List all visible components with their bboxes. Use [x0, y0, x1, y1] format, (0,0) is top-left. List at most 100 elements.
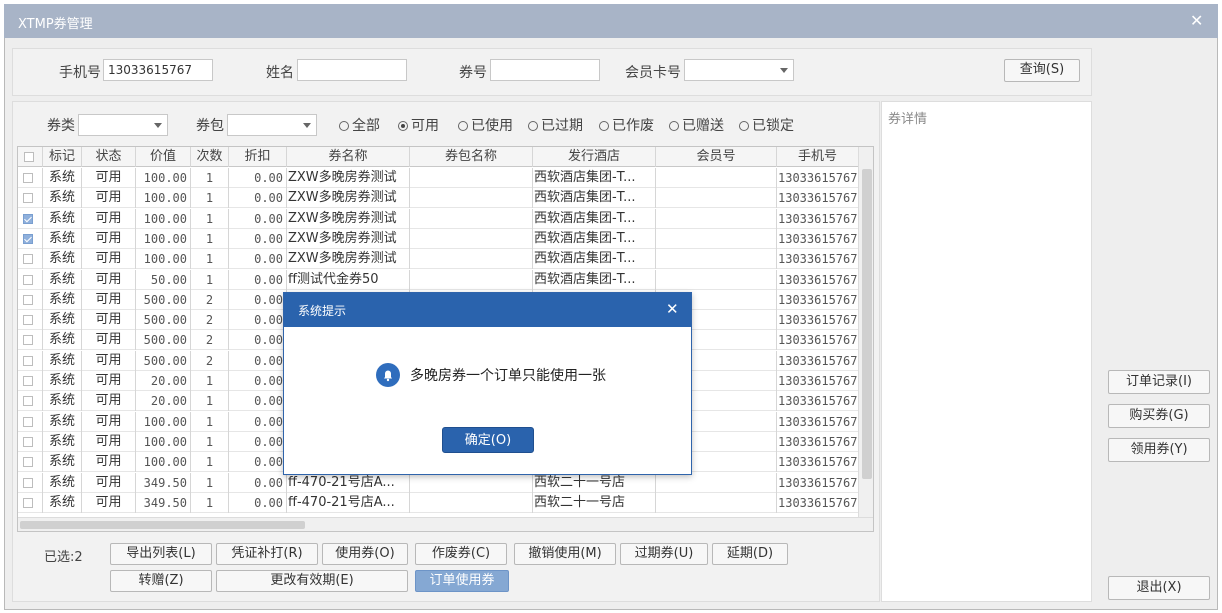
row-checkbox-cell: [18, 310, 43, 331]
grid-header-cell[interactable]: [18, 147, 43, 167]
row-checkbox[interactable]: [23, 193, 33, 204]
grid-header-cell[interactable]: 发行酒店: [533, 147, 656, 167]
coupon-no-input[interactable]: [490, 59, 600, 81]
close-icon[interactable]: ✕: [1190, 11, 1203, 30]
radio-locked[interactable]: 已锁定: [739, 115, 794, 135]
radio-gifted[interactable]: 已赠送: [669, 115, 724, 135]
row-checkbox[interactable]: [23, 294, 33, 305]
order-record-button[interactable]: 订单记录(I): [1108, 370, 1210, 394]
expired-coupon-button[interactable]: 过期券(U): [620, 543, 708, 565]
detail-panel: 券详情: [881, 101, 1092, 602]
vertical-scroll-thumb[interactable]: [862, 169, 872, 479]
cell-phone: 13033615767: [777, 168, 859, 188]
grid-header-cell[interactable]: 券名称: [287, 147, 410, 167]
table-row[interactable]: 系统 可用 100.00 1 0.00 ZXW多晚房券测试 西软酒店集团-T... 13033…: [18, 188, 859, 209]
cell-package: [410, 208, 533, 229]
gift-button[interactable]: 转赠(Z): [110, 570, 212, 592]
change-validity-button[interactable]: 更改有效期(E): [216, 570, 408, 592]
type-label: 券类: [47, 118, 75, 134]
row-checkbox[interactable]: [23, 396, 33, 407]
vertical-scrollbar[interactable]: [858, 147, 873, 517]
extend-button[interactable]: 延期(D): [712, 543, 788, 565]
package-select[interactable]: [227, 114, 317, 136]
radio-circle-icon: [599, 121, 609, 131]
row-checkbox[interactable]: [23, 173, 33, 183]
row-checkbox-cell: [18, 472, 43, 493]
grid-header-cell[interactable]: 标记: [43, 147, 82, 167]
grid-header-cell[interactable]: 手机号: [777, 147, 859, 167]
row-checkbox[interactable]: [23, 335, 33, 346]
grid-header-cell[interactable]: 折扣: [229, 147, 287, 167]
horizontal-scroll-thumb[interactable]: [20, 521, 305, 529]
row-checkbox[interactable]: [23, 355, 33, 366]
radio-voided[interactable]: 已作废: [599, 115, 654, 135]
use-coupon-button[interactable]: 领用券(Y): [1108, 438, 1210, 462]
row-checkbox[interactable]: [23, 457, 33, 468]
row-checkbox[interactable]: [23, 416, 33, 427]
cell-value: 349.50: [136, 492, 191, 513]
horizontal-scrollbar[interactable]: [18, 517, 873, 531]
use-coupon-action-button[interactable]: 使用券(O): [322, 543, 408, 565]
cell-discount: 0.00: [229, 168, 287, 188]
grid-header-cell[interactable]: 价值: [136, 147, 191, 167]
cell-mark: 系统: [43, 249, 82, 270]
cell-status: 可用: [82, 249, 136, 270]
table-row[interactable]: 系统 可用 349.50 1 0.00 ff-470-21号店A... 西软二十一号店 130…: [18, 472, 859, 493]
phone-input[interactable]: 13033615767: [103, 59, 213, 81]
cell-mark: 系统: [43, 411, 82, 432]
grid-header-cell[interactable]: 券包名称: [410, 147, 533, 167]
grid-header-cell[interactable]: 会员号: [656, 147, 777, 167]
row-checkbox[interactable]: [23, 497, 33, 508]
cell-phone: 13033615767: [777, 371, 859, 391]
radio-expired[interactable]: 已过期: [528, 115, 583, 135]
exit-button[interactable]: 退出(X): [1108, 576, 1210, 600]
radio-used[interactable]: 已使用: [458, 115, 513, 135]
row-checkbox[interactable]: [23, 254, 33, 265]
cell-member: [656, 269, 777, 290]
cell-package: [410, 472, 533, 493]
grid-header-cell[interactable]: 状态: [82, 147, 136, 167]
select-all-checkbox[interactable]: [24, 152, 34, 162]
row-checkbox[interactable]: [23, 315, 33, 326]
cell-value: 100.00: [136, 431, 191, 452]
cell-mark: 系统: [43, 350, 82, 371]
table-row[interactable]: 系统 可用 349.50 1 0.00 ff-470-21号店A... 西软二十一号店 130…: [18, 492, 859, 513]
table-row[interactable]: 系统 可用 100.00 1 0.00 ZXW多晚房券测试 西软酒店集团-T... 13033…: [18, 168, 859, 188]
type-select[interactable]: [78, 114, 168, 136]
row-checkbox[interactable]: [23, 376, 33, 386]
cell-phone: 13033615767: [777, 188, 859, 209]
radio-available[interactable]: 可用: [398, 115, 439, 135]
table-row[interactable]: 系统 可用 100.00 1 0.00 ZXW多晚房券测试 西软酒店集团-T... 13033…: [18, 249, 859, 270]
export-list-button[interactable]: 导出列表(L): [110, 543, 212, 565]
ok-button[interactable]: 确定(O): [442, 427, 534, 453]
cell-status: 可用: [82, 228, 136, 249]
buy-coupon-button[interactable]: 购买券(G): [1108, 404, 1210, 428]
coupon-no-label: 券号: [459, 65, 487, 81]
cell-name: ZXW多晚房券测试: [287, 228, 410, 249]
cell-value: 50.00: [136, 269, 191, 290]
member-card-select[interactable]: [684, 59, 794, 81]
cell-phone: 13033615767: [777, 269, 859, 290]
cancel-use-button[interactable]: 撤销使用(M): [514, 543, 616, 565]
checked-checkbox[interactable]: [23, 233, 33, 244]
name-input[interactable]: [297, 59, 407, 81]
cell-status: 可用: [82, 208, 136, 229]
grid-header-cell[interactable]: 次数: [191, 147, 229, 167]
query-button[interactable]: 查询(S): [1004, 59, 1080, 82]
table-row[interactable]: 系统 可用 100.00 1 0.00 ZXW多晚房券测试 西软酒店集团-T... 13033…: [18, 208, 859, 229]
checked-checkbox[interactable]: [23, 213, 33, 224]
order-use-coupon-button[interactable]: 订单使用券: [415, 570, 509, 592]
table-row[interactable]: 系统 可用 50.00 1 0.00 ff测试代金券50 西软酒店集团-T... 130336…: [18, 269, 859, 290]
cell-status: 可用: [82, 411, 136, 432]
void-coupon-button[interactable]: 作废券(C): [415, 543, 507, 565]
row-checkbox[interactable]: [23, 477, 33, 488]
close-icon[interactable]: ✕: [666, 300, 679, 318]
cell-hotel: 西软酒店集团-T...: [533, 168, 656, 188]
row-checkbox[interactable]: [23, 436, 33, 447]
cell-hotel: 西软二十一号店: [533, 472, 656, 493]
radio-all[interactable]: 全部: [339, 115, 380, 135]
row-checkbox[interactable]: [23, 274, 33, 285]
table-row[interactable]: 系统 可用 100.00 1 0.00 ZXW多晚房券测试 西软酒店集团-T... 13033…: [18, 228, 859, 249]
cell-value: 100.00: [136, 249, 191, 270]
reprint-voucher-button[interactable]: 凭证补打(R): [216, 543, 318, 565]
